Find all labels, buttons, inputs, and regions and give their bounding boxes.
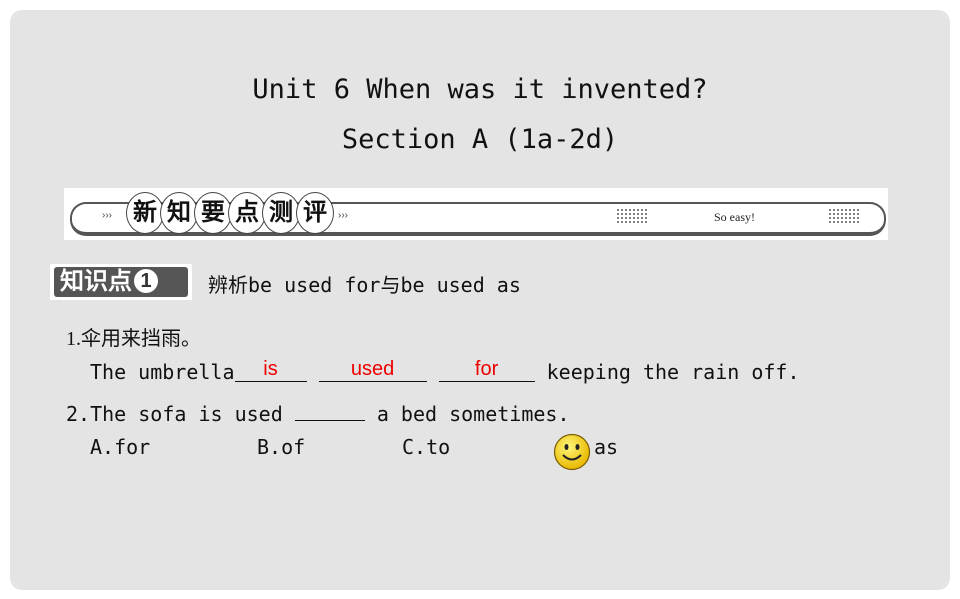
section-banner: ››› 新 知 要 点 测 评 ››› So easy! <box>64 188 888 240</box>
q1-prompt: 1.伞用来挡雨。 <box>66 328 201 350</box>
q1-sentence: The umbrella is used for keeping the rain… <box>90 359 800 386</box>
answer-blank: for <box>438 359 535 382</box>
q2-after: a bed sometimes. <box>364 402 570 426</box>
q2-sentence: 2.The sofa is used a bed sometimes. <box>66 398 569 426</box>
banner-tagline: So easy! <box>714 210 755 224</box>
banner-char: 知 <box>160 192 198 234</box>
banner-char: 新 <box>126 192 164 234</box>
title-line2: Section A (1a-2d) <box>341 124 619 155</box>
q1-lead: The umbrella <box>90 360 235 384</box>
q2-before: 2.The sofa is used <box>66 402 295 426</box>
knowledge-badge: 知识点 1 <box>50 264 192 300</box>
banner-char: 点 <box>228 192 266 234</box>
option-b: B.of <box>257 435 306 459</box>
banner-char: 要 <box>194 192 232 234</box>
dot-grid-icon <box>616 208 648 224</box>
option-a: A.for <box>90 435 151 459</box>
answer-blank: is <box>234 359 307 382</box>
arrows-icon: ››› <box>338 210 348 221</box>
banner-char: 测 <box>262 192 300 234</box>
q1-tail: keeping the rain off. <box>534 360 800 384</box>
badge-label: 知识点 <box>60 268 132 295</box>
answer-blank <box>294 398 365 421</box>
option-d: as <box>594 435 619 459</box>
badge-number: 1 <box>134 269 158 293</box>
banner-char: 评 <box>296 192 334 234</box>
arrows-icon: ››› <box>102 210 112 221</box>
answer-blank: used <box>318 359 427 382</box>
section-heading: 辨析be used for与be used as <box>208 273 521 297</box>
option-c: C.to <box>402 435 451 459</box>
dot-grid-icon <box>828 208 860 224</box>
title-line1: Unit 6 When was it invented? <box>252 74 708 105</box>
smiley-icon <box>553 433 591 471</box>
